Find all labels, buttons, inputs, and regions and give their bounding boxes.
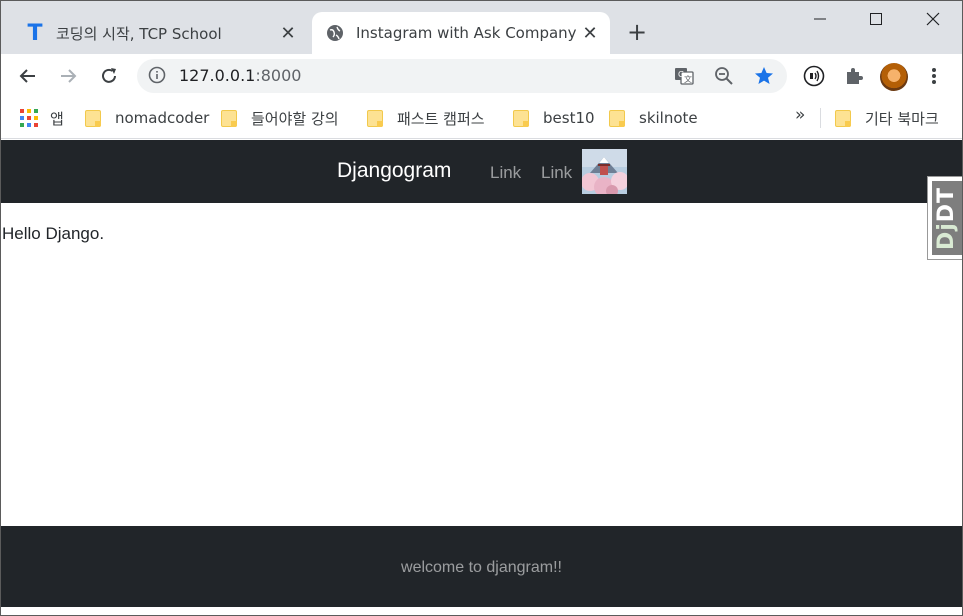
bookmark-label: nomadcoder — [115, 109, 210, 127]
site-footer: welcome to djangram!! — [1, 526, 962, 607]
bookmark-label: skilnote — [639, 109, 698, 127]
media-control-icon[interactable] — [800, 62, 828, 90]
folder-icon — [85, 109, 101, 127]
bookmark-skilnote[interactable]: skilnote — [609, 107, 698, 129]
extensions-puzzle-icon[interactable] — [840, 62, 868, 90]
url-host: 127.0.0.1 — [179, 66, 256, 85]
tab-title: Instagram with Ask Company — [356, 24, 577, 42]
site-navbar: Djangogram Link Link — [1, 140, 962, 203]
globe-icon — [324, 22, 346, 44]
url-text[interactable]: 127.0.0.1:8000 — [179, 66, 301, 85]
folder-icon — [513, 109, 529, 127]
tcpschool-t-icon: T — [27, 20, 43, 46]
djdt-logo: DjDT — [932, 181, 962, 255]
main-content-text: Hello Django. — [2, 224, 105, 243]
bookmark-label: best10 — [543, 109, 595, 127]
bookmark-apps[interactable]: 앱 — [20, 107, 64, 129]
translate-icon[interactable]: G文 — [673, 65, 695, 87]
folder-icon — [835, 109, 851, 127]
nav-link-2[interactable]: Link — [541, 163, 572, 183]
zoom-out-icon[interactable] — [713, 65, 735, 87]
nav-link-1[interactable]: Link — [490, 163, 521, 183]
back-arrow-icon[interactable] — [14, 62, 42, 90]
new-tab-plus-icon[interactable]: + — [624, 18, 650, 46]
close-tab-icon[interactable]: ✕ — [580, 23, 600, 44]
address-bar[interactable]: 127.0.0.1:8000 G文 — [137, 59, 787, 93]
tab-tcp-school[interactable]: T 코딩의 시작, TCP School ✕ — [12, 12, 308, 54]
bookmarks-divider — [820, 108, 821, 128]
reload-icon[interactable] — [95, 62, 123, 90]
maximize-icon[interactable] — [853, 4, 899, 34]
apps-grid-icon — [20, 109, 38, 127]
svg-text:文: 文 — [684, 74, 692, 84]
info-icon[interactable] — [148, 66, 168, 86]
bookmark-label: 패스트 캠퍼스 — [397, 109, 485, 128]
bookmark-star-icon[interactable] — [753, 65, 775, 87]
folder-icon — [609, 109, 625, 127]
bookmark-label: 기타 북마크 — [865, 109, 939, 128]
tab-title: 코딩의 시작, TCP School — [56, 24, 222, 43]
bookmark-nomadcoder[interactable]: nomadcoder — [85, 107, 209, 129]
page-viewport: Djangogram Link Link Hello Django. welco… — [1, 140, 962, 607]
djdt-label-dj: Dj — [934, 221, 960, 250]
bookmark-other[interactable]: 기타 북마크 — [835, 107, 939, 129]
profile-thumbnail[interactable] — [582, 149, 627, 194]
django-debug-toolbar-handle[interactable]: DjDT — [927, 176, 963, 260]
kebab-menu-icon[interactable] — [920, 62, 948, 90]
tab-strip: T 코딩의 시작, TCP School ✕ Instagram with As… — [0, 0, 963, 54]
bookmark-best10[interactable]: best10 — [513, 107, 595, 129]
bookmark-label: 앱 — [50, 109, 64, 128]
close-tab-icon[interactable]: ✕ — [278, 23, 298, 44]
djdt-label-dt: DT — [934, 186, 960, 222]
forward-arrow-icon[interactable] — [54, 62, 82, 90]
bookmark-lectures[interactable]: 들어야할 강의 — [221, 107, 339, 129]
browser-toolbar: 127.0.0.1:8000 G文 — [0, 54, 963, 99]
profile-avatar[interactable] — [880, 63, 908, 91]
bookmarks-overflow-chevron[interactable]: » — [795, 105, 805, 125]
bookmark-label: 들어야할 강의 — [251, 109, 339, 128]
url-port: :8000 — [255, 66, 302, 85]
window-close-icon[interactable] — [910, 4, 956, 34]
tab-instagram-ask-company[interactable]: Instagram with Ask Company ✕ — [312, 12, 610, 54]
minimize-icon[interactable] — [797, 4, 843, 34]
bookmarks-bar: 앱 nomadcoder 들어야할 강의 패스트 캠퍼스 best10 skil… — [0, 99, 963, 139]
footer-text: welcome to djangram!! — [401, 559, 562, 576]
navbar-brand[interactable]: Djangogram — [337, 159, 451, 183]
folder-icon — [367, 109, 383, 127]
bookmark-fastcampus[interactable]: 패스트 캠퍼스 — [367, 107, 485, 129]
folder-icon — [221, 109, 237, 127]
